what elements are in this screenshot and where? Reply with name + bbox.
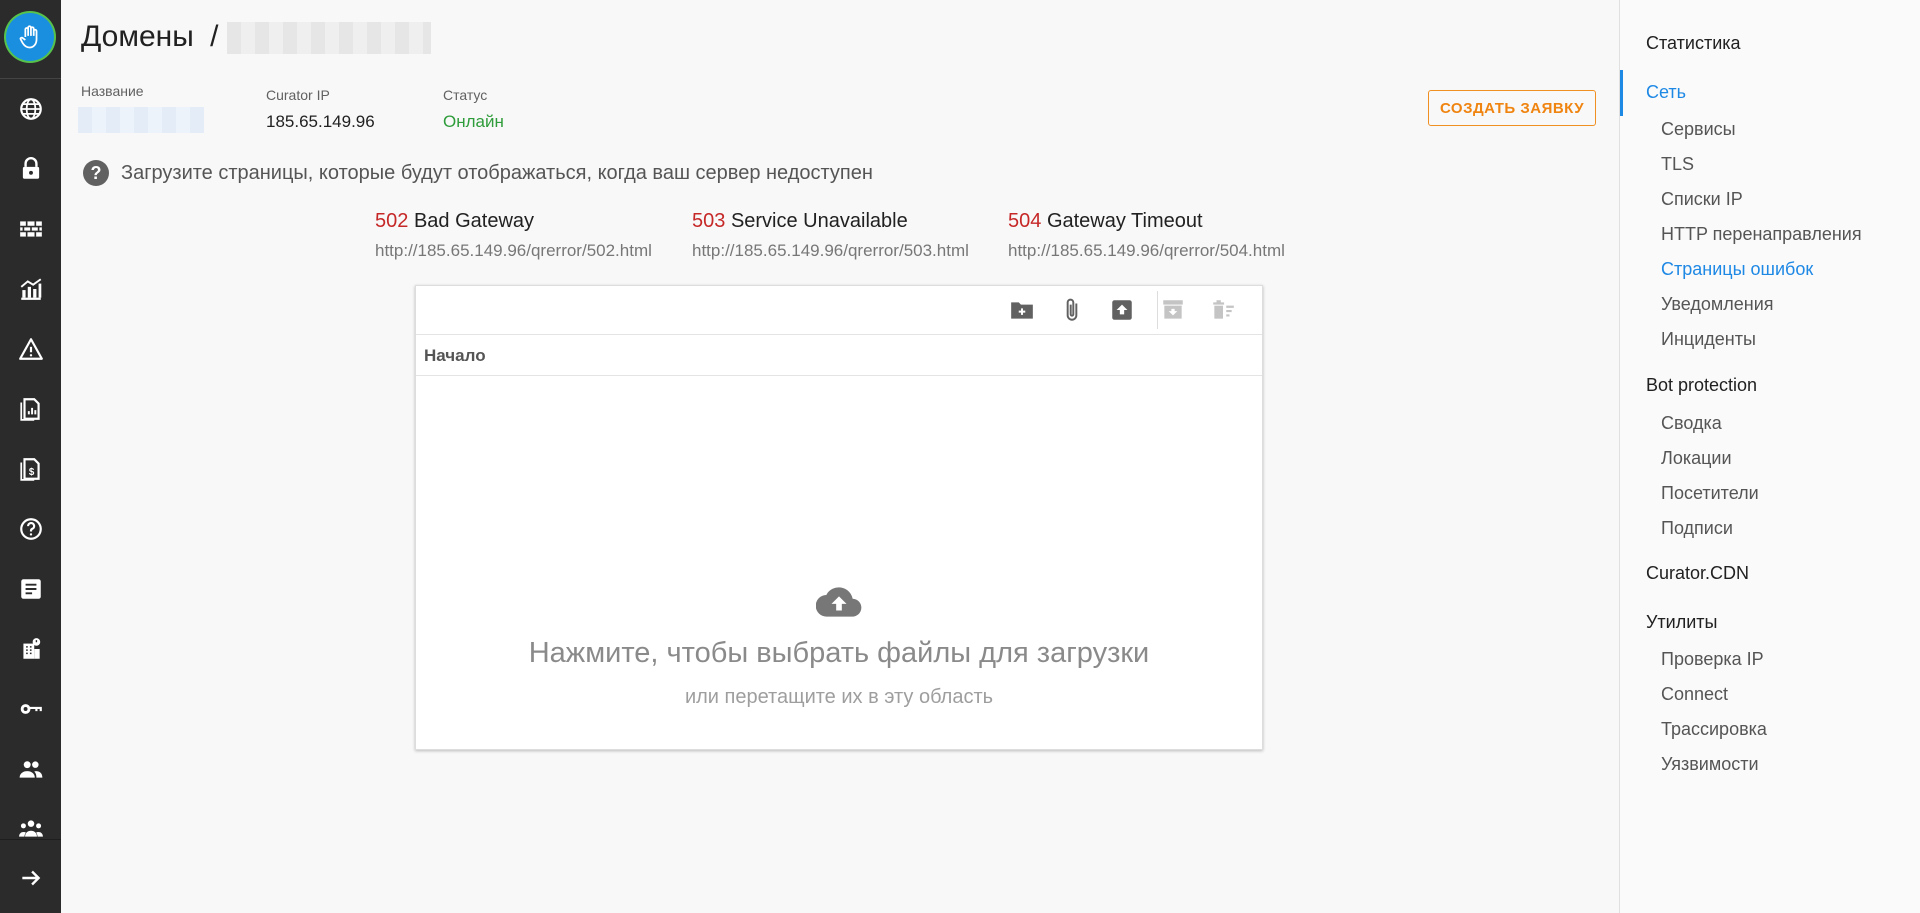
nav-item-reports[interactable] [0, 379, 61, 439]
globe-icon [19, 98, 42, 120]
file-manager-toolbar [416, 286, 1262, 335]
status-label: Статус [443, 87, 488, 103]
sidebar-item-visitors[interactable]: Посетители [1661, 483, 1759, 504]
app-logo[interactable] [6, 13, 54, 61]
key-icon [20, 704, 42, 714]
groups-icon [18, 820, 43, 837]
nav-item-docs[interactable] [0, 559, 61, 619]
nav-item-firewall[interactable] [0, 199, 61, 259]
nav-item-security[interactable] [0, 139, 61, 199]
nav-divider [0, 839, 61, 840]
sidebar-item-bot-protection[interactable]: Bot protection [1646, 375, 1757, 396]
domain-name-redacted [227, 22, 431, 54]
nav-item-organization[interactable] [0, 619, 61, 679]
delete-icon [1213, 300, 1234, 319]
sidebar-item-error-pages[interactable]: Страницы ошибок [1661, 259, 1813, 280]
nav-item-incidents[interactable] [0, 319, 61, 379]
error-name: Bad Gateway [413, 210, 535, 232]
sidebar-item-signatures[interactable]: Подписи [1661, 518, 1733, 539]
file-manager-breadcrumb[interactable]: Начало [424, 346, 486, 366]
ip-label: Curator IP [266, 87, 330, 103]
sidebar-item-ip-check[interactable]: Проверка IP [1661, 649, 1764, 670]
upload-button[interactable] [1107, 295, 1137, 325]
drop-zone-title: Нажмите, чтобы выбрать файлы для загрузк… [528, 637, 1150, 669]
main-content: Домены / Название Curator IP 185.65.149.… [61, 0, 1619, 913]
error-code: 504 [1008, 210, 1042, 232]
error-page-504: 504 Gateway Timeout http://185.65.149.96… [1008, 210, 1285, 261]
error-name: Gateway Timeout [1046, 210, 1203, 232]
drop-zone-subtitle: или перетащите их в эту область [684, 686, 994, 708]
attach-icon [1066, 298, 1078, 321]
sidebar-item-summary[interactable]: Сводка [1661, 413, 1722, 434]
breadcrumb-separator: / [210, 20, 219, 53]
nav-item-teams[interactable] [0, 799, 61, 839]
sidebar-item-traceroute[interactable]: Трассировка [1661, 719, 1767, 740]
nav-item-keys[interactable] [0, 679, 61, 739]
sidebar-item-services[interactable]: Сервисы [1661, 119, 1736, 140]
article-icon [20, 579, 41, 599]
error-code: 503 [692, 210, 726, 232]
report-icon [19, 398, 40, 421]
sidebar-item-utilities[interactable]: Утилиты [1646, 612, 1717, 633]
ip-value: 185.65.149.96 [266, 112, 375, 131]
sidebar-item-locations[interactable]: Локации [1661, 448, 1732, 469]
nav-item-users[interactable] [0, 739, 61, 799]
new-folder-icon [1011, 302, 1033, 319]
error-code: 502 [375, 210, 409, 232]
building-icon [22, 638, 40, 659]
sidebar-item-ip-lists[interactable]: Списки IP [1661, 189, 1743, 210]
attach-file-button[interactable] [1057, 295, 1087, 325]
sidebar-item-http-redirects[interactable]: HTTP перенаправления [1661, 224, 1862, 245]
nav-expand-button[interactable] [0, 848, 61, 908]
sidebar-item-statistics[interactable]: Статистика [1646, 33, 1741, 54]
people-icon [19, 761, 42, 778]
new-folder-button[interactable] [1007, 295, 1037, 325]
right-sidebar: Статистика Сеть Сервисы TLS Списки IP HT… [1619, 0, 1920, 913]
delete-button[interactable] [1208, 295, 1238, 325]
breadcrumb-domains[interactable]: Домены [81, 20, 194, 53]
error-page-503: 503 Service Unavailable http://185.65.14… [692, 210, 969, 261]
sidebar-item-cdn[interactable]: Curator.CDN [1646, 563, 1749, 584]
error-page-502: 502 Bad Gateway http://185.65.149.96/qre… [375, 210, 652, 261]
svg-text:$: $ [28, 467, 34, 478]
archive-button[interactable] [1158, 295, 1188, 325]
name-value-redacted [78, 107, 204, 133]
name-label: Название [81, 83, 144, 99]
left-navigation: $ [0, 0, 61, 913]
sidebar-item-connect[interactable]: Connect [1661, 684, 1728, 705]
sidebar-item-vulnerabilities[interactable]: Уязвимости [1661, 754, 1759, 775]
lock-icon [22, 157, 39, 179]
help-icon [19, 518, 42, 540]
status-value: Онлайн [443, 112, 504, 131]
error-url[interactable]: http://185.65.149.96/qrerror/502.html [375, 241, 652, 261]
file-drop-zone[interactable]: Нажмите, чтобы выбрать файлы для загрузк… [416, 376, 1262, 749]
archive-icon [1163, 300, 1183, 319]
file-manager: Начало Нажмите, чтобы выбрать файлы для … [415, 285, 1263, 750]
arrow-right-icon [21, 870, 40, 886]
analytics-icon [20, 278, 41, 300]
question-icon: ? [83, 160, 109, 186]
upload-hint: ? Загрузите страницы, которые будут отоб… [83, 160, 873, 186]
error-url[interactable]: http://185.65.149.96/qrerror/503.html [692, 241, 969, 261]
hand-icon [19, 25, 38, 49]
nav-item-billing[interactable]: $ [0, 439, 61, 499]
active-section-indicator [1620, 70, 1623, 116]
sidebar-item-network[interactable]: Сеть [1646, 82, 1686, 103]
firewall-icon [19, 221, 42, 237]
warning-icon [18, 338, 43, 360]
error-url[interactable]: http://185.65.149.96/qrerror/504.html [1008, 241, 1285, 261]
billing-icon: $ [19, 458, 40, 481]
error-name: Service Unavailable [730, 210, 908, 232]
upload-icon [1112, 300, 1132, 320]
nav-item-analytics[interactable] [0, 259, 61, 319]
sidebar-item-notifications[interactable]: Уведомления [1661, 294, 1774, 315]
upload-hint-text: Загрузите страницы, которые будут отобра… [121, 161, 873, 184]
cloud-upload-icon [816, 587, 862, 617]
create-request-button[interactable]: СОЗДАТЬ ЗАЯВКУ [1428, 90, 1596, 126]
nav-item-domains[interactable] [0, 79, 61, 139]
page-title: Домены / [81, 20, 218, 54]
sidebar-item-tls[interactable]: TLS [1661, 154, 1694, 175]
nav-item-help[interactable] [0, 499, 61, 559]
sidebar-item-incidents[interactable]: Инциденты [1661, 329, 1756, 350]
